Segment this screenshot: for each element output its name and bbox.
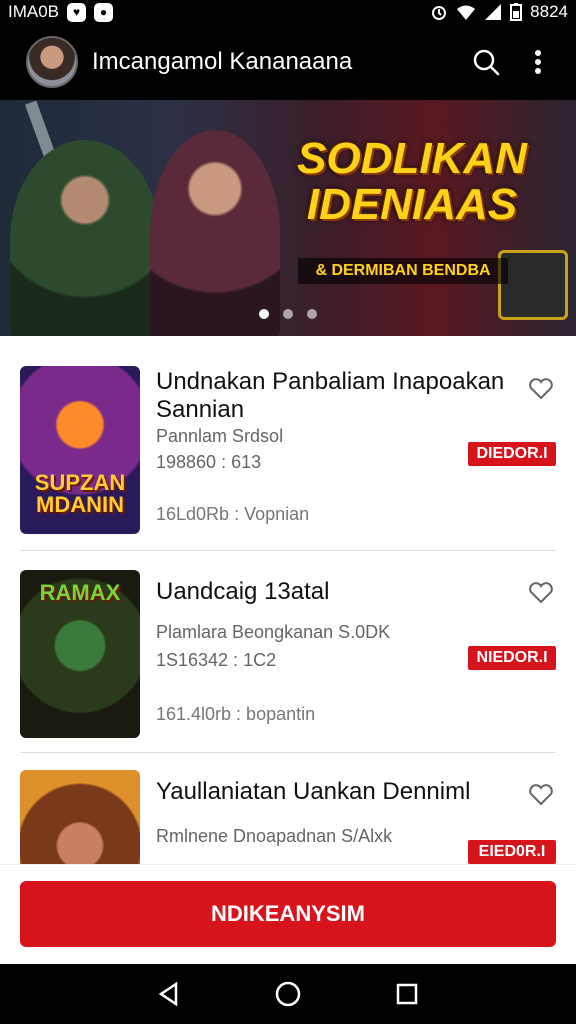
recents-square-icon (396, 983, 417, 1005)
item-badge[interactable]: NIEDOR.I (468, 646, 556, 670)
app-notification-icon: ● (94, 2, 114, 22)
more-vert-icon (535, 50, 541, 74)
search-icon (473, 49, 500, 76)
item-thumbnail: RAMAX (20, 570, 140, 738)
list-item[interactable]: SUPZAN MDANIN Undnakan Panbaliam Inapoak… (20, 336, 556, 536)
search-button[interactable] (464, 40, 508, 84)
item-title: Undnakan Panbaliam Inapoakan Sannian (156, 368, 505, 423)
favorite-icon[interactable] (528, 580, 554, 606)
item-title: Yaullaniatan Uankan Denniml (156, 778, 471, 805)
overflow-menu-button[interactable] (516, 40, 560, 84)
favorite-icon[interactable] (528, 782, 554, 808)
alarm-icon (432, 6, 447, 20)
signal-icon (485, 4, 502, 20)
status-right: 8824 (430, 2, 568, 22)
item-thumbnail (20, 770, 140, 864)
home-button[interactable] (268, 974, 308, 1014)
status-left-text: IMA0B (8, 2, 60, 21)
banner-subtitle: & DERMIBAN BENDBA (298, 258, 508, 284)
item-info: 16Ld0Rb : Vopnian (156, 504, 310, 524)
system-nav-bar (0, 964, 576, 1024)
back-button[interactable] (149, 974, 189, 1014)
wifi-icon (457, 5, 476, 20)
status-time: 8824 (530, 2, 568, 21)
banner-art-hero-left (10, 140, 160, 336)
avatar[interactable] (26, 36, 78, 88)
item-subtitle: Rmlnene Dnoapadnan S/Alxk (156, 826, 393, 846)
favorite-icon[interactable] (528, 376, 554, 402)
promo-banner[interactable]: SODLIKAN IDENIAAS & DERMIBAN BENDBA (0, 100, 576, 336)
notification-icon: ♥ (67, 2, 87, 22)
carousel-dot[interactable] (283, 309, 293, 319)
banner-title: SODLIKAN IDENIAAS (297, 134, 527, 229)
item-thumbnail: SUPZAN MDANIN (20, 366, 140, 534)
list-item[interactable]: RAMAX Uandcaig 13atal Plamlara Beongkana… (20, 540, 556, 740)
back-triangle-icon (159, 981, 178, 1007)
battery-icon (510, 3, 523, 21)
item-info: 161.4l0rb : bopantin (156, 704, 316, 724)
content-list: SUPZAN MDANIN Undnakan Panbaliam Inapoak… (0, 336, 576, 864)
home-circle-icon (275, 981, 301, 1007)
item-subtitle: Pannlam Srdsol (156, 426, 284, 446)
status-bar: IMA0B ♥ ● 8824 (0, 0, 576, 24)
thumbnail-caption: RAMAX (39, 580, 121, 605)
item-badge[interactable]: DIEDOR.I (468, 442, 556, 466)
carousel-dot[interactable] (307, 309, 317, 319)
item-meta: 198860 : 613 (156, 452, 262, 472)
cta-container: NDIKEANYSIM (0, 864, 576, 964)
primary-action-button[interactable]: NDIKEANYSIM (20, 881, 556, 947)
item-badge[interactable]: EIED0R.I (468, 840, 556, 864)
item-title: Uandcaig 13atal (156, 578, 330, 605)
carousel-indicator (0, 309, 576, 319)
banner-art-hero-center (150, 130, 280, 336)
recents-button[interactable] (387, 974, 427, 1014)
status-left: IMA0B ♥ ● (8, 2, 114, 22)
thumbnail-caption: SUPZAN MDANIN (34, 470, 126, 517)
app-title: Imcangamol Kananaana (92, 48, 353, 75)
carousel-dot[interactable] (259, 309, 269, 319)
list-item[interactable]: Yaullaniatan Uankan Denniml Rmlnene Dnoa… (20, 740, 556, 864)
item-meta: 1S16342 : 1C2 (156, 650, 277, 670)
item-subtitle: Plamlara Beongkanan S.0DK (156, 622, 391, 642)
app-bar: Imcangamol Kananaana (0, 24, 576, 100)
